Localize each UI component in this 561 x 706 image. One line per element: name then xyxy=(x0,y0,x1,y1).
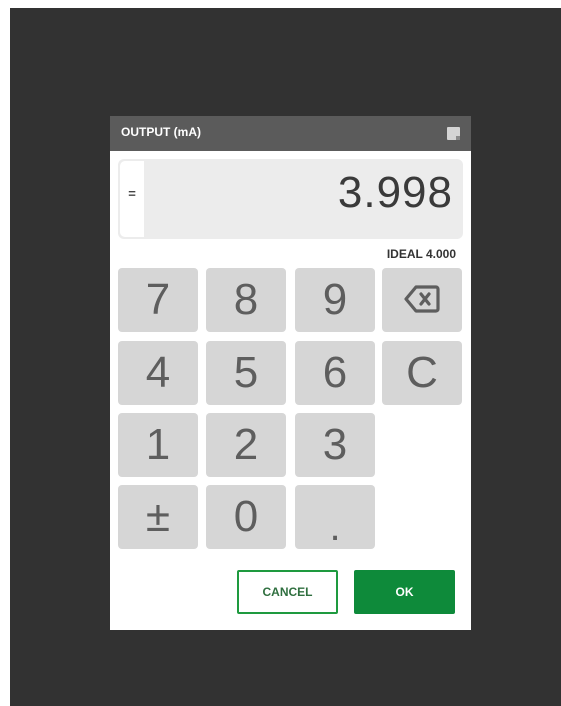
key-plus-minus[interactable]: ± xyxy=(118,485,198,549)
key-3[interactable]: 3 xyxy=(295,413,375,477)
ok-button[interactable]: OK xyxy=(354,570,455,614)
key-0[interactable]: 0 xyxy=(206,485,286,549)
key-9[interactable]: 9 xyxy=(295,268,375,332)
clear-button[interactable]: C xyxy=(382,341,462,405)
key-1-label: 1 xyxy=(145,420,171,469)
operator-sign: = xyxy=(128,186,136,201)
key-9-label: 9 xyxy=(322,275,348,324)
dialog-title: OUTPUT (mA) xyxy=(121,125,201,139)
key-2[interactable]: 2 xyxy=(206,413,286,477)
key-8-label: 8 xyxy=(233,275,259,324)
note-icon[interactable] xyxy=(447,127,460,140)
key-7-label: 7 xyxy=(145,275,171,324)
numeric-entry-dialog: OUTPUT (mA) = 3.998 IDEAL 4.000 7 8 9 4 … xyxy=(110,116,471,630)
decimal-label: . xyxy=(329,505,341,549)
value-display: = 3.998 xyxy=(118,159,463,239)
operator-box[interactable]: = xyxy=(120,161,144,237)
key-8[interactable]: 8 xyxy=(206,268,286,332)
backspace-icon xyxy=(404,285,440,313)
key-7[interactable]: 7 xyxy=(118,268,198,332)
plus-minus-label: ± xyxy=(145,492,171,541)
backspace-button[interactable] xyxy=(382,268,462,332)
cancel-button[interactable]: CANCEL xyxy=(237,570,338,614)
key-decimal[interactable]: . xyxy=(295,485,375,549)
key-4[interactable]: 4 xyxy=(118,341,198,405)
key-5-label: 5 xyxy=(233,348,259,397)
key-3-label: 3 xyxy=(322,420,348,469)
key-6[interactable]: 6 xyxy=(295,341,375,405)
key-2-label: 2 xyxy=(233,420,259,469)
key-5[interactable]: 5 xyxy=(206,341,286,405)
clear-label: C xyxy=(406,348,438,397)
entered-value: 3.998 xyxy=(337,168,453,217)
ideal-value-label: IDEAL 4.000 xyxy=(386,247,456,261)
key-6-label: 6 xyxy=(322,348,348,397)
key-0-label: 0 xyxy=(233,492,259,541)
title-bar: OUTPUT (mA) xyxy=(110,116,471,151)
key-1[interactable]: 1 xyxy=(118,413,198,477)
key-4-label: 4 xyxy=(145,348,171,397)
